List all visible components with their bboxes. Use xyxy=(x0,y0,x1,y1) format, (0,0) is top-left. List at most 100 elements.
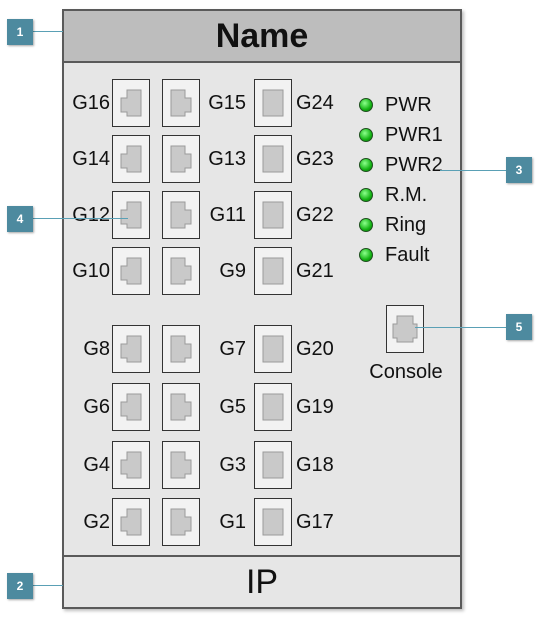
ethernet-port-icon xyxy=(120,257,142,285)
led-label: PWR1 xyxy=(385,123,443,146)
callout-badge-4: 4 xyxy=(7,206,33,232)
ethernet-port-icon xyxy=(120,89,142,117)
led-label: PWR xyxy=(385,93,432,116)
status-led-icon xyxy=(359,218,373,232)
ethernet-port-icon xyxy=(120,335,142,363)
ethernet-port-icon xyxy=(120,393,142,421)
status-led-icon xyxy=(359,158,373,172)
led-label: R.M. xyxy=(385,183,428,206)
port-label-g9: G9 xyxy=(219,260,246,282)
port-label-g2: G2 xyxy=(83,511,110,533)
port-label-g3: G3 xyxy=(219,454,246,476)
port-g17[interactable] xyxy=(254,498,292,546)
callout-line-1 xyxy=(30,31,63,32)
ethernet-port-icon xyxy=(120,451,142,479)
ethernet-port-icon xyxy=(170,508,192,536)
port-g14[interactable] xyxy=(112,135,150,183)
callout-badge-2: 2 xyxy=(7,573,33,599)
callout-line-2 xyxy=(30,585,63,586)
callout-line-4 xyxy=(30,218,128,219)
ethernet-port-icon xyxy=(120,201,142,229)
port-label-g7: G7 xyxy=(219,338,246,360)
ethernet-port-icon xyxy=(120,145,142,173)
status-led-icon xyxy=(359,128,373,142)
port-g11[interactable] xyxy=(162,191,200,239)
port-label-g6: G6 xyxy=(83,396,110,418)
port-g24[interactable] xyxy=(254,79,292,127)
callout-line-3 xyxy=(440,170,506,171)
port-g16[interactable] xyxy=(112,79,150,127)
switch-panel: Name G16 G15 G24 G14 G13 G23 G12 G11 G22 G10 G9 G21… xyxy=(62,9,462,609)
port-g12[interactable] xyxy=(112,191,150,239)
console-label: Console xyxy=(369,361,443,383)
device-ip-footer[interactable]: IP xyxy=(64,555,460,607)
port-g13[interactable] xyxy=(162,135,200,183)
ethernet-port-icon xyxy=(170,145,192,173)
ethernet-port-icon xyxy=(262,335,284,363)
port-label-g11: G11 xyxy=(209,204,246,226)
port-g21[interactable] xyxy=(254,247,292,295)
ethernet-port-icon xyxy=(262,393,284,421)
status-led-icon xyxy=(359,248,373,262)
ethernet-port-icon xyxy=(170,257,192,285)
port-label-g5: G5 xyxy=(219,396,246,418)
ethernet-port-icon xyxy=(170,451,192,479)
port-g9[interactable] xyxy=(162,247,200,295)
port-g3[interactable] xyxy=(162,441,200,489)
port-label-g19: G19 xyxy=(296,396,334,418)
ethernet-port-icon xyxy=(262,145,284,173)
port-label-g17: G17 xyxy=(296,511,334,533)
port-g22[interactable] xyxy=(254,191,292,239)
led-label: PWR2 xyxy=(385,153,443,176)
port-g2[interactable] xyxy=(112,498,150,546)
port-g5[interactable] xyxy=(162,383,200,431)
callout-badge-5: 5 xyxy=(506,314,532,340)
led-item-fault: Fault xyxy=(359,243,429,267)
port-label-g16: G16 xyxy=(72,92,110,114)
port-label-g14: G14 xyxy=(72,148,110,170)
port-g15[interactable] xyxy=(162,79,200,127)
ethernet-port-icon xyxy=(262,201,284,229)
console-port[interactable] xyxy=(386,305,424,353)
port-g23[interactable] xyxy=(254,135,292,183)
ethernet-port-icon xyxy=(262,89,284,117)
port-g20[interactable] xyxy=(254,325,292,373)
led-item-pwr2: PWR2 xyxy=(359,153,443,177)
port-g19[interactable] xyxy=(254,383,292,431)
port-label-g18: G18 xyxy=(296,454,334,476)
ethernet-port-icon xyxy=(170,335,192,363)
status-led-icon xyxy=(359,98,373,112)
port-label-g4: G4 xyxy=(83,454,110,476)
ethernet-port-icon xyxy=(170,89,192,117)
port-label-g13: G13 xyxy=(208,148,246,170)
led-item-pwr1: PWR1 xyxy=(359,123,443,147)
led-label: Ring xyxy=(385,213,427,236)
port-label-g20: G20 xyxy=(296,338,334,360)
callout-badge-3: 3 xyxy=(506,157,532,183)
port-g10[interactable] xyxy=(112,247,150,295)
ethernet-port-icon xyxy=(170,393,192,421)
ethernet-port-icon xyxy=(392,315,418,343)
ethernet-port-icon xyxy=(120,508,142,536)
port-label-g15: G15 xyxy=(208,92,246,114)
ethernet-port-icon xyxy=(262,257,284,285)
port-g7[interactable] xyxy=(162,325,200,373)
callout-badge-1: 1 xyxy=(7,19,33,45)
port-g8[interactable] xyxy=(112,325,150,373)
ethernet-port-icon xyxy=(170,201,192,229)
port-label-g12: G12 xyxy=(72,204,110,226)
port-g18[interactable] xyxy=(254,441,292,489)
port-label-g24: G24 xyxy=(296,92,334,114)
port-label-g8: G8 xyxy=(83,338,110,360)
led-item-ring: Ring xyxy=(359,213,426,237)
port-g4[interactable] xyxy=(112,441,150,489)
led-item-r-m: R.M. xyxy=(359,183,427,207)
port-g1[interactable] xyxy=(162,498,200,546)
device-name-header[interactable]: Name xyxy=(64,11,460,63)
port-g6[interactable] xyxy=(112,383,150,431)
led-item-pwr: PWR xyxy=(359,93,432,117)
led-label: Fault xyxy=(385,243,430,266)
status-led-icon xyxy=(359,188,373,202)
ethernet-port-icon xyxy=(262,451,284,479)
port-label-g1: G1 xyxy=(219,511,246,533)
